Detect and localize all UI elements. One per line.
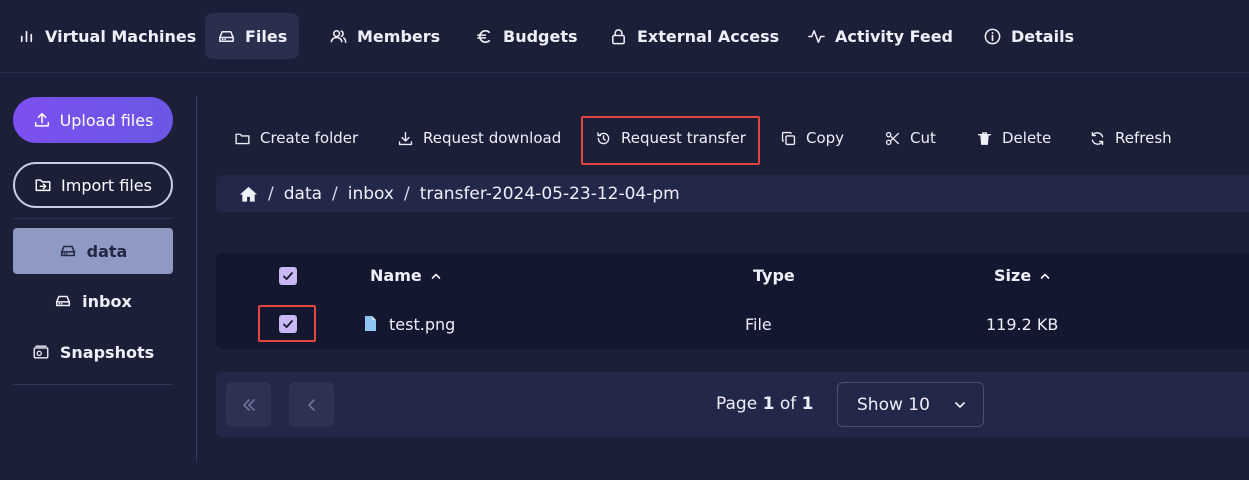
drive-icon [59, 242, 77, 260]
tab-files[interactable]: Files [205, 13, 300, 59]
file-type: File [745, 315, 772, 334]
sidebar-separator [13, 218, 173, 219]
chevrons-left-icon [240, 396, 258, 414]
previous-page-button[interactable] [289, 382, 334, 427]
breadcrumb-separator: / [268, 183, 274, 204]
breadcrumb-separator: / [404, 183, 410, 204]
page-size-select[interactable]: Show 10 [837, 382, 984, 427]
trash-icon [976, 130, 993, 147]
breadcrumb-separator: / [332, 183, 338, 204]
check-icon [282, 270, 294, 282]
file-size: 119.2 KB [986, 315, 1059, 334]
import-files-button[interactable]: Import files [13, 162, 173, 208]
sidebar-item-inbox[interactable]: inbox [13, 278, 173, 324]
sidebar-item-data[interactable]: data [13, 228, 173, 274]
scissors-icon [884, 130, 901, 147]
snapshots-icon [32, 343, 50, 361]
bar-chart-icon [17, 27, 36, 46]
column-header-size[interactable]: Size [994, 266, 1051, 285]
import-icon [34, 176, 52, 194]
refresh-button[interactable]: Refresh [1089, 116, 1172, 160]
info-icon [983, 27, 1002, 46]
chevron-down-icon [953, 398, 967, 412]
pagination: Page 1 of 1 Show 10 [216, 372, 1249, 437]
sidebar-separator [13, 384, 173, 385]
tab-budgets[interactable]: Budgets [463, 13, 590, 59]
cut-button[interactable]: Cut [884, 116, 936, 160]
users-icon [329, 27, 348, 46]
breadcrumb-item-data[interactable]: data [284, 184, 322, 204]
sidebar-item-snapshots[interactable]: Snapshots [13, 329, 173, 375]
tab-details[interactable]: Details [971, 13, 1086, 59]
breadcrumb-item-inbox[interactable]: inbox [348, 184, 394, 204]
drive-icon [217, 27, 236, 46]
request-transfer-highlight [581, 116, 760, 165]
create-folder-button[interactable]: Create folder [234, 116, 358, 160]
delete-button[interactable]: Delete [976, 116, 1051, 160]
upload-files-button[interactable]: Upload files [13, 97, 173, 143]
tab-virtual-machines[interactable]: Virtual Machines [5, 13, 208, 59]
tab-activity-feed[interactable]: Activity Feed [795, 13, 965, 59]
folder-icon [234, 130, 251, 147]
select-all-checkbox[interactable] [279, 267, 297, 285]
sort-up-icon [430, 270, 442, 282]
copy-button[interactable]: Copy [780, 116, 844, 160]
column-header-type[interactable]: Type [753, 266, 795, 285]
copy-icon [780, 130, 797, 147]
download-icon [397, 130, 414, 147]
column-header-name[interactable]: Name [370, 266, 442, 285]
chevron-left-icon [303, 396, 321, 414]
tab-members[interactable]: Members [317, 13, 452, 59]
lock-icon [609, 27, 628, 46]
row-checkbox-highlight [258, 305, 316, 342]
file-table: Name Type Size test.png File 119.2 KB [216, 253, 1249, 349]
drive-icon [54, 292, 72, 310]
file-icon [364, 315, 377, 332]
top-navigation: Virtual Machines Files Members Budgets E… [0, 0, 1249, 73]
tab-external-access[interactable]: External Access [597, 13, 791, 59]
sidebar-divider [196, 97, 197, 461]
first-page-button[interactable] [226, 382, 271, 427]
breadcrumb: / data / inbox / transfer-2024-05-23-12-… [216, 175, 1249, 212]
page-indicator: Page 1 of 1 [716, 394, 814, 414]
request-download-button[interactable]: Request download [397, 116, 561, 160]
file-name[interactable]: test.png [389, 315, 455, 334]
home-icon[interactable] [239, 185, 258, 203]
activity-icon [807, 27, 826, 46]
breadcrumb-item-current[interactable]: transfer-2024-05-23-12-04-pm [420, 184, 680, 204]
refresh-icon [1089, 130, 1106, 147]
euro-icon [475, 27, 494, 46]
sort-up-icon [1039, 270, 1051, 282]
upload-icon [33, 111, 51, 129]
